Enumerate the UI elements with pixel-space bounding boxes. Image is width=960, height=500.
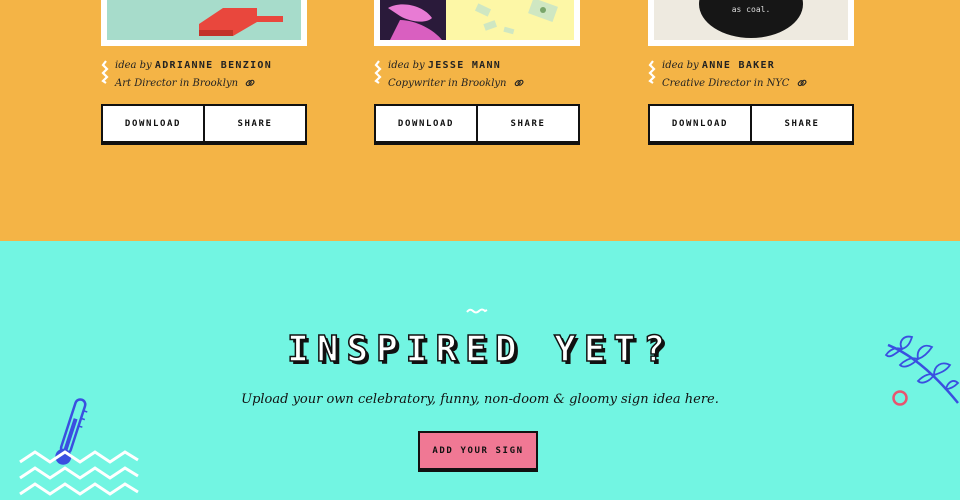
download-button[interactable]: DOWNLOAD (650, 106, 750, 141)
author-name[interactable]: ADRIANNE BENZION (155, 60, 272, 71)
idea-prefix: idea by (662, 60, 699, 71)
share-button[interactable]: SHARE (476, 106, 578, 141)
add-your-sign-button[interactable]: ADD YOUR SIGN (418, 431, 538, 472)
author-role: Art Director in Brooklyn (115, 78, 239, 89)
inspired-subline: Upload your own celebratory, funny, non-… (241, 392, 719, 407)
ring-icon (892, 390, 908, 406)
card-actions: DOWNLOAD SHARE (374, 104, 580, 145)
card-actions: DOWNLOAD SHARE (648, 104, 854, 145)
zigzag-lines-icon (19, 450, 139, 496)
card-actions: DOWNLOAD SHARE (101, 104, 307, 145)
link-icon[interactable] (514, 78, 524, 88)
author-credit: idea by ADRIANNE BENZION Art Director in… (101, 58, 307, 96)
sign-card: as coal. idea by ANNE BAKER Creative Dir… (648, 0, 854, 145)
inspired-headline: INSPIRED YET? (286, 328, 673, 371)
download-button[interactable]: DOWNLOAD (376, 106, 476, 141)
link-icon[interactable] (245, 78, 255, 88)
sign-card: idea by ADRIANNE BENZION Art Director in… (101, 0, 307, 145)
money-illustration (380, 0, 558, 40)
sign-gallery-section: idea by ADRIANNE BENZION Art Director in… (0, 0, 960, 241)
author-role: Creative Director in NYC (662, 78, 790, 89)
link-icon[interactable] (797, 78, 807, 88)
squiggle-icon (374, 60, 382, 84)
sign-thumbnail[interactable] (101, 0, 307, 46)
author-credit: idea by ANNE BAKER Creative Director in … (648, 58, 854, 96)
author-name[interactable]: JESSE MANN (428, 60, 501, 71)
author-role: Copywriter in Brooklyn (388, 78, 507, 89)
download-button[interactable]: DOWNLOAD (103, 106, 203, 141)
sign-thumbnail[interactable] (374, 0, 580, 46)
sign-thumbnail[interactable]: as coal. (648, 0, 854, 46)
author-name[interactable]: ANNE BAKER (702, 60, 775, 71)
share-button[interactable]: SHARE (750, 106, 852, 141)
idea-prefix: idea by (115, 60, 152, 71)
squiggle-icon (648, 60, 656, 84)
red-tray-illustration (199, 8, 283, 36)
author-credit: idea by JESSE MANN Copywriter in Brookly… (374, 58, 580, 96)
squiggle-icon (101, 60, 109, 84)
share-button[interactable]: SHARE (203, 106, 305, 141)
wave-icon (466, 308, 488, 314)
inspired-section: INSPIRED YET? Upload your own celebrator… (0, 241, 960, 500)
idea-prefix: idea by (388, 60, 425, 71)
sign-card: idea by JESSE MANN Copywriter in Brookly… (374, 0, 580, 145)
thumbnail-caption: as coal. (731, 5, 771, 14)
